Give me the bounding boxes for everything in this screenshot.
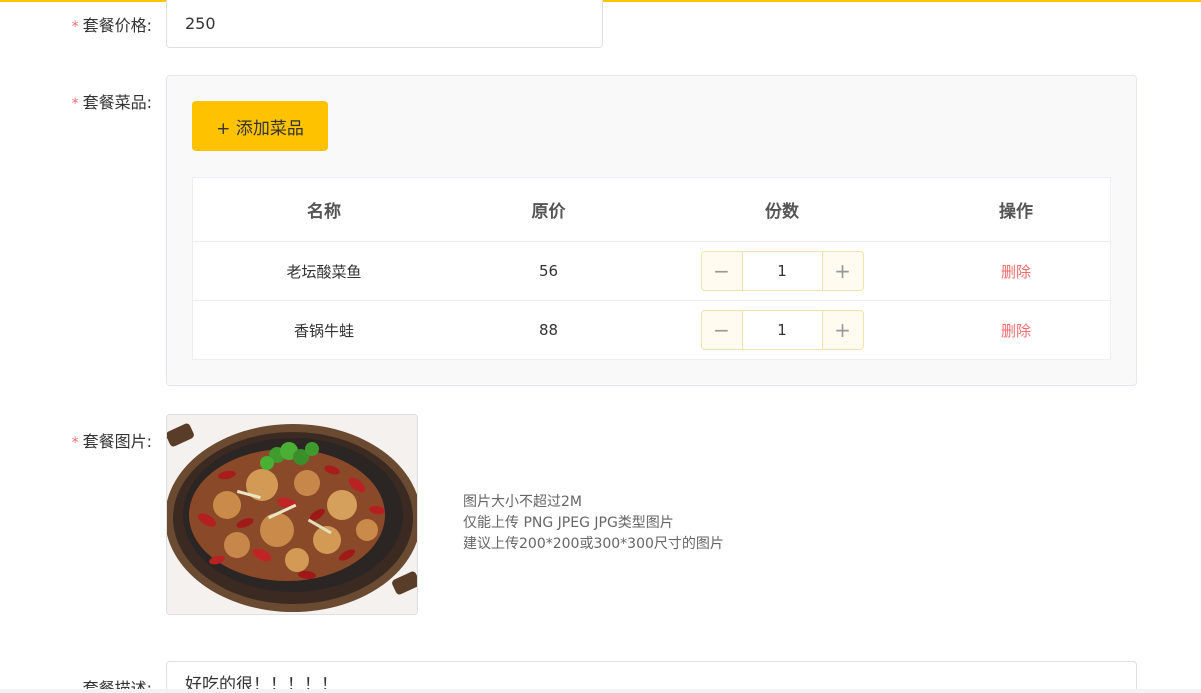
dish-action-cell: 删除: [922, 242, 1110, 300]
dish-count-cell: − 1 +: [642, 242, 922, 300]
dish-price: 56: [538, 262, 559, 280]
column-header-price: 原价: [531, 202, 566, 222]
quantity-stepper: − 1 +: [700, 251, 864, 291]
upload-tip-dimensions: 建议上传200*200或300*300尺寸的图片: [463, 536, 724, 552]
dishes-label: * 套餐菜品:: [71, 93, 152, 112]
dish-action-cell: 删除: [922, 301, 1110, 359]
price-input[interactable]: 250: [166, 0, 603, 48]
column-header-count: 份数: [765, 202, 799, 222]
upload-tip-size: 图片大小不超过2M: [463, 494, 582, 510]
bottom-scroll-strip: [0, 689, 1201, 693]
decrease-button[interactable]: −: [701, 252, 743, 290]
dishes-table: 名称 原价 份数 操作 老坛酸菜鱼 56 − 1 + 删除 香锅牛蛙 88 − …: [192, 177, 1111, 360]
dish-count-cell: − 1 +: [642, 301, 922, 359]
dish-photo: [167, 415, 417, 614]
column-header-name: 名称: [307, 202, 341, 222]
table-header-row: 名称 原价 份数 操作: [193, 178, 1110, 242]
increase-button[interactable]: +: [821, 311, 863, 349]
column-header-action: 操作: [999, 202, 1033, 222]
table-row: 香锅牛蛙 88 − 1 + 删除: [193, 301, 1110, 359]
required-mark: *: [71, 19, 79, 35]
required-mark: *: [71, 96, 79, 112]
dish-name: 香锅牛蛙: [293, 321, 354, 340]
upload-tip-types: 仅能上传 PNG JPEG JPG类型图片: [463, 515, 674, 531]
quantity-input[interactable]: 1: [743, 252, 822, 290]
upload-tips: 图片大小不超过2M 仅能上传 PNG JPEG JPG类型图片 建议上传200*…: [463, 492, 724, 555]
dish-name: 老坛酸菜鱼: [286, 262, 362, 281]
add-dish-button[interactable]: + 添加菜品: [192, 101, 328, 151]
increase-button[interactable]: +: [821, 252, 863, 290]
delete-link[interactable]: 删除: [1001, 261, 1031, 282]
price-label: * 套餐价格:: [71, 16, 152, 35]
table-row: 老坛酸菜鱼 56 − 1 + 删除: [193, 242, 1110, 301]
price-value: 250: [185, 14, 216, 33]
image-label: * 套餐图片:: [71, 432, 152, 451]
quantity-stepper: − 1 +: [700, 310, 864, 350]
required-mark: *: [71, 435, 79, 451]
dish-price: 88: [538, 321, 559, 339]
dishes-panel: + 添加菜品 名称 原价 份数 操作 老坛酸菜鱼 56 − 1 + 删除 香锅牛…: [166, 75, 1137, 386]
decrease-button[interactable]: −: [701, 311, 743, 349]
quantity-input[interactable]: 1: [743, 311, 822, 349]
delete-link[interactable]: 删除: [1001, 320, 1031, 341]
dish-image-upload[interactable]: [166, 414, 418, 615]
